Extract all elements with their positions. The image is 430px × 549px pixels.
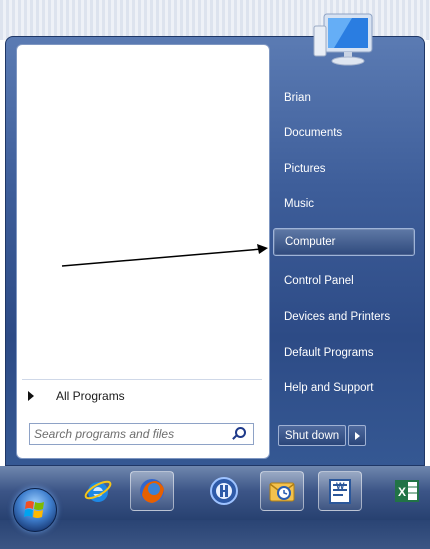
menu-item-computer[interactable]: Computer — [273, 228, 415, 256]
menu-item-pictures[interactable]: Pictures — [273, 155, 415, 183]
divider — [22, 379, 262, 380]
menu-item-label: Default Programs — [284, 347, 374, 359]
menu-item-label: Brian — [284, 92, 311, 104]
taskbar-outlook[interactable] — [260, 471, 304, 511]
computer-monitor-icon — [313, 13, 373, 66]
taskbar-firefox[interactable] — [130, 471, 174, 511]
excel-icon: X — [395, 480, 419, 502]
taskbar-base — [0, 520, 430, 549]
menu-item-label: Pictures — [284, 163, 326, 175]
media-center-icon — [210, 477, 238, 505]
user-picture[interactable] — [312, 8, 376, 70]
taskbar-media-center[interactable] — [202, 471, 246, 511]
menu-item-label: Computer — [285, 236, 336, 248]
search-icon[interactable] — [231, 425, 249, 443]
svg-text:W: W — [336, 481, 345, 491]
shutdown-button[interactable]: Shut down — [278, 425, 346, 446]
shutdown-options-button[interactable] — [348, 425, 366, 446]
triangle-right-icon — [354, 431, 360, 440]
triangle-right-icon — [28, 391, 34, 401]
menu-item-label: Control Panel — [284, 275, 354, 287]
search-box[interactable] — [29, 423, 254, 445]
all-programs-item[interactable]: All Programs — [24, 384, 262, 408]
menu-item-documents[interactable]: Documents — [273, 119, 415, 147]
taskbar-excel[interactable]: X — [384, 471, 428, 511]
menu-item-label: Devices and Printers — [284, 311, 391, 323]
menu-item-label: Music — [284, 198, 315, 210]
menu-item-music[interactable]: Music — [273, 190, 415, 218]
shutdown-group: Shut down — [278, 425, 374, 446]
menu-item-control-panel[interactable]: Control Panel — [273, 267, 415, 295]
word-icon: W — [329, 479, 351, 504]
all-programs-label: All Programs — [56, 389, 125, 403]
windows-logo-icon — [24, 501, 44, 518]
search-input[interactable] — [30, 426, 226, 442]
menu-item-help-and-support[interactable]: Help and Support — [273, 374, 415, 402]
firefox-icon — [140, 479, 164, 503]
taskbar-word[interactable]: W — [318, 471, 362, 511]
internet-explorer-icon — [84, 480, 112, 502]
menu-item-label: Documents — [284, 127, 343, 139]
menu-item-brian[interactable]: Brian — [273, 84, 415, 112]
start-button[interactable] — [13, 488, 57, 532]
menu-item-default-programs[interactable]: Default Programs — [273, 339, 415, 367]
shutdown-label: Shut down — [284, 429, 340, 442]
svg-text:X: X — [398, 485, 406, 499]
outlook-icon — [269, 482, 295, 502]
menu-item-devices-and-printers[interactable]: Devices and Printers — [273, 303, 415, 331]
menu-item-label: Help and Support — [284, 382, 374, 394]
taskbar-internet-explorer[interactable] — [76, 471, 120, 511]
